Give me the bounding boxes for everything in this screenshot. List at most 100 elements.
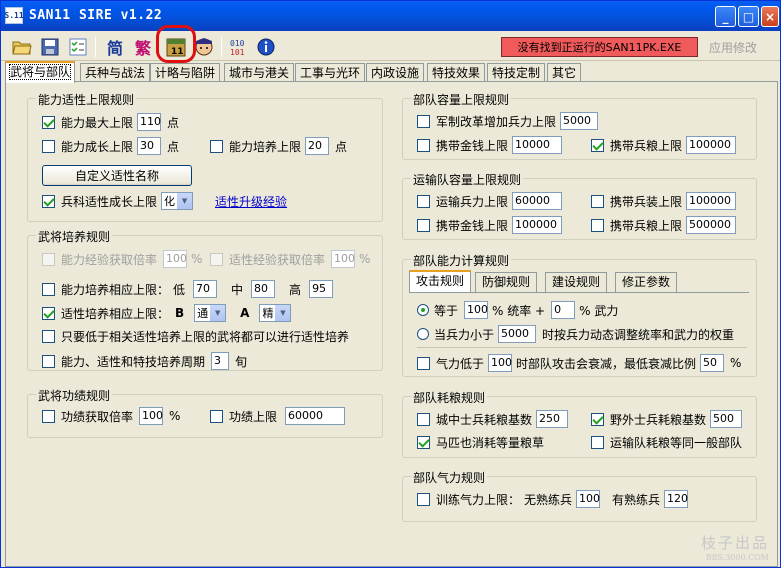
troops-lt-input[interactable]: 5000 bbox=[498, 325, 537, 343]
decay-ratio-input[interactable]: 50 bbox=[700, 354, 725, 372]
train-limit-input[interactable]: 20 bbox=[305, 137, 330, 155]
subtab-defense[interactable]: 防御规则 bbox=[475, 272, 538, 292]
field-food-checkbox[interactable] bbox=[591, 412, 604, 426]
transport-food-same-checkbox[interactable] bbox=[591, 436, 604, 449]
war-percent-input[interactable]: 0 bbox=[551, 301, 576, 319]
custom-aptitude-name-button[interactable]: 自定义适性名称 bbox=[42, 165, 192, 186]
equal-radio[interactable] bbox=[417, 304, 429, 316]
transport-equip-checkbox[interactable] bbox=[591, 194, 604, 208]
unit-gold-checkbox[interactable] bbox=[417, 138, 430, 152]
subtab-construction[interactable]: 建设规则 bbox=[545, 272, 608, 292]
max-ability-input[interactable]: 110 bbox=[137, 113, 162, 131]
merit-rate-input[interactable]: 100 bbox=[139, 407, 164, 425]
tab-skill-custom[interactable]: 特技定制 bbox=[487, 63, 546, 82]
tab-cities-ports[interactable]: 城市与港关 bbox=[224, 63, 295, 82]
tab-skill-effects[interactable]: 特技效果 bbox=[427, 63, 486, 82]
skill-input[interactable]: 120 bbox=[664, 490, 689, 508]
percent-label: % bbox=[169, 409, 181, 423]
checklist-icon[interactable] bbox=[67, 36, 89, 58]
merit-limit-checkbox[interactable] bbox=[210, 409, 223, 423]
lead-percent-input[interactable]: 100 bbox=[464, 301, 489, 319]
merit-limit-label: 功绩上限 bbox=[229, 409, 278, 424]
open-folder-icon[interactable] bbox=[11, 36, 33, 58]
maximize-button[interactable]: □ bbox=[738, 6, 759, 27]
only-lower-label: 只要低于相关适性培养上限的武将都可以进行适性培养 bbox=[61, 330, 350, 344]
high-limit-input[interactable]: 95 bbox=[309, 280, 334, 298]
tab-troops-tactics[interactable]: 兵种与战法 bbox=[80, 63, 151, 82]
horse-food-checkbox[interactable] bbox=[417, 436, 430, 449]
subtab-correction[interactable]: 修正参数 bbox=[615, 272, 678, 292]
aptitude-exp-rate-checkbox[interactable] bbox=[210, 252, 223, 266]
aptitude-growth-checkbox[interactable] bbox=[42, 194, 55, 208]
aptitude-exp-rate-input[interactable]: 100 bbox=[331, 250, 356, 268]
unit-food-checkbox[interactable] bbox=[591, 138, 604, 152]
troops-lt-radio[interactable] bbox=[417, 328, 429, 340]
growth-limit-input[interactable]: 30 bbox=[137, 137, 162, 155]
close-button[interactable]: × bbox=[761, 6, 779, 27]
process-status-label: 没有找到正运行的SAN11PK.EXE bbox=[501, 37, 698, 57]
apply-changes-button[interactable]: 应用修改 bbox=[709, 39, 757, 56]
transport-gold-checkbox[interactable] bbox=[417, 218, 430, 232]
transport-food-checkbox[interactable] bbox=[591, 218, 604, 232]
aptitude-train-limit-checkbox[interactable] bbox=[42, 306, 55, 320]
unit-food-input[interactable]: 100000 bbox=[686, 136, 737, 154]
city-food-checkbox[interactable] bbox=[417, 412, 430, 426]
tab-schemes-traps[interactable]: 计略与陷阱 bbox=[150, 63, 221, 82]
tab-other[interactable]: 其它 bbox=[547, 63, 582, 82]
military-reform-label: 军制改革增加兵力上限 bbox=[436, 114, 557, 129]
transport-troops-checkbox[interactable] bbox=[417, 194, 430, 208]
only-lower-checkbox[interactable] bbox=[42, 330, 55, 343]
unit-gold-input[interactable]: 10000 bbox=[512, 136, 563, 154]
growth-limit-label: 能力成长上限 bbox=[61, 139, 134, 154]
minimize-button[interactable]: _ bbox=[715, 6, 736, 27]
info-icon[interactable] bbox=[255, 36, 277, 58]
ability-train-limit-checkbox[interactable] bbox=[42, 282, 55, 296]
ability-exp-rate-input[interactable]: 100 bbox=[163, 250, 188, 268]
ability-exp-rate-checkbox[interactable] bbox=[42, 252, 55, 266]
mid-label: 中 bbox=[231, 282, 244, 297]
morale-train-checkbox[interactable] bbox=[417, 492, 430, 506]
military-reform-input[interactable]: 5000 bbox=[560, 112, 599, 130]
max-ability-checkbox[interactable] bbox=[42, 115, 55, 129]
general-portrait-icon[interactable] bbox=[193, 36, 215, 58]
skill-label: 有熟练兵 bbox=[612, 492, 661, 507]
ability-limits-group: 能力适性上限规则 能力最大上限 110 点 能力成长上限 30 点 能力培养上限… bbox=[27, 91, 383, 222]
field-food-input[interactable]: 500 bbox=[710, 410, 743, 428]
no-skill-input[interactable]: 100 bbox=[576, 490, 601, 508]
morale-decay-checkbox[interactable] bbox=[417, 356, 430, 370]
aptitude-growth-select[interactable]: 化 ▼ bbox=[161, 192, 194, 210]
transport-troops-label: 运输兵力上限 bbox=[436, 194, 509, 209]
a-grade-select[interactable]: 精 ▼ bbox=[259, 304, 292, 322]
military-reform-checkbox[interactable] bbox=[417, 114, 430, 128]
low-limit-input[interactable]: 70 bbox=[193, 280, 218, 298]
tab-panel: 能力适性上限规则 能力最大上限 110 点 能力成长上限 30 点 能力培养上限… bbox=[5, 81, 778, 567]
title-bar[interactable]: S.11 SAN11 SIRE v1.22 _ □ × bbox=[1, 1, 780, 31]
aptitude-exp-link[interactable]: 适性升级经验 bbox=[215, 193, 287, 210]
b-grade-select[interactable]: 通 ▼ bbox=[194, 304, 227, 322]
subtab-attack[interactable]: 攻击规则 bbox=[409, 270, 472, 292]
merit-limit-input[interactable]: 60000 bbox=[285, 407, 346, 425]
aptitude-exp-rate-label: 适性经验获取倍率 bbox=[229, 252, 326, 267]
train-limit-checkbox[interactable] bbox=[210, 139, 223, 153]
merit-rate-checkbox[interactable] bbox=[42, 409, 55, 423]
chevron-down-icon: ▼ bbox=[275, 305, 291, 321]
train-limit-label: 能力培养上限 bbox=[229, 139, 302, 154]
save-icon[interactable] bbox=[39, 36, 61, 58]
tab-domestic-facilities[interactable]: 内政设施 bbox=[366, 63, 425, 82]
city-food-input[interactable]: 250 bbox=[536, 410, 569, 428]
transport-equip-input[interactable]: 100000 bbox=[686, 192, 737, 210]
simplified-chinese-button[interactable]: 简 bbox=[104, 36, 126, 58]
tab-works-auras[interactable]: 工事与光环 bbox=[295, 63, 366, 82]
transport-food-input[interactable]: 500000 bbox=[686, 216, 737, 234]
tab-generals-units[interactable]: 武将与部队 bbox=[5, 61, 76, 83]
binary-data-icon[interactable]: 010 101 bbox=[228, 36, 250, 58]
traditional-chinese-button[interactable]: 繁 bbox=[132, 36, 154, 58]
training-cycle-checkbox[interactable] bbox=[42, 354, 55, 368]
morale-threshold-input[interactable]: 100 bbox=[488, 354, 513, 372]
toolbar: 简 繁 11 010 101 没有找到正运行的SAN11PK.EXE 应用修改 bbox=[1, 31, 780, 61]
training-cycle-input[interactable]: 3 bbox=[211, 352, 230, 370]
growth-limit-checkbox[interactable] bbox=[42, 139, 55, 153]
mid-limit-input[interactable]: 80 bbox=[251, 280, 276, 298]
transport-troops-input[interactable]: 60000 bbox=[512, 192, 563, 210]
transport-gold-input[interactable]: 100000 bbox=[512, 216, 563, 234]
